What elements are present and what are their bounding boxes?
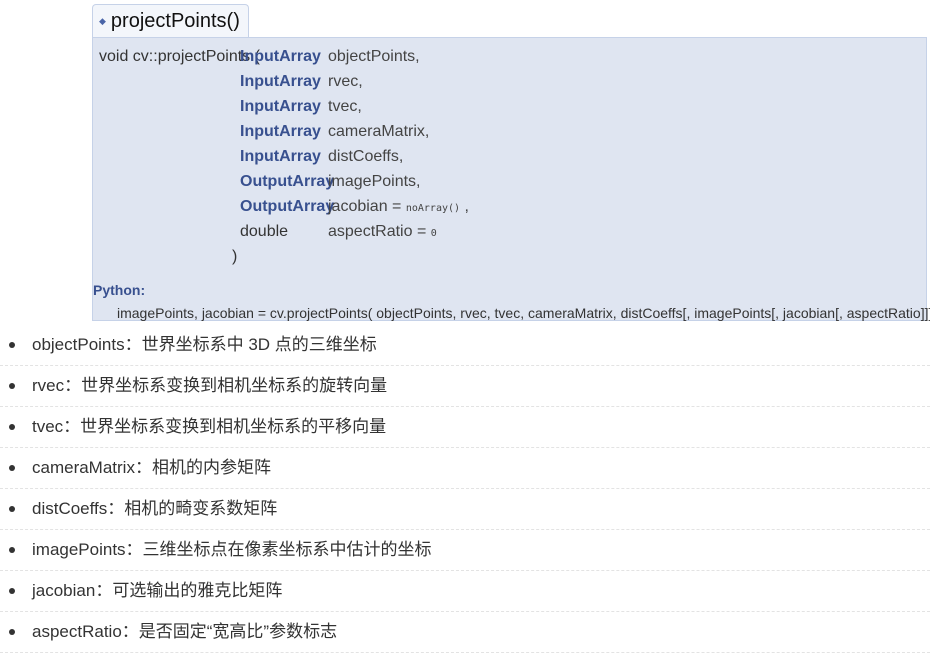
param-name: jacobian — [328, 198, 388, 215]
default-equals: = — [387, 198, 406, 215]
param-with-default: jacobian = noArray() , — [328, 194, 469, 219]
param-name: aspectRatio — [328, 223, 413, 240]
diamond-bullet-icon: ◆ — [99, 16, 106, 26]
param-name: imagePoints, — [328, 173, 421, 190]
list-item: distCoeffs：相机的畸变系数矩阵 — [0, 489, 930, 530]
param-type: InputArray — [240, 148, 321, 165]
bullet-icon — [9, 629, 15, 635]
param-type: InputArray — [240, 98, 321, 115]
param-tail: , — [460, 198, 469, 215]
param-name: tvec, — [328, 98, 362, 115]
param-type: OutputArray — [240, 173, 335, 190]
param-type: OutputArray — [240, 198, 335, 215]
param-name: objectPoints, — [328, 48, 420, 65]
list-item-text: aspectRatio：是否固定“宽高比”参数标志 — [32, 622, 338, 641]
list-item: cameraMatrix：相机的内参矩阵 — [0, 448, 930, 489]
bullet-icon — [9, 342, 15, 348]
bullet-icon — [9, 547, 15, 553]
function-title-tab: ◆ projectPoints() — [92, 4, 249, 38]
function-title: projectPoints() — [110, 10, 240, 32]
default-value: 0 — [430, 228, 437, 239]
list-item: tvec：世界坐标系变换到相机坐标系的平移向量 — [0, 407, 930, 448]
param-with-default: aspectRatio = 0 — [328, 219, 437, 244]
list-item: rvec：世界坐标系变换到相机坐标系的旋转向量 — [0, 366, 930, 407]
list-item-text: tvec：世界坐标系变换到相机坐标系的平移向量 — [32, 417, 387, 436]
list-item: imagePoints：三维坐标点在像素坐标系中估计的坐标 — [0, 530, 930, 571]
list-item-text: jacobian：可选输出的雅克比矩阵 — [32, 581, 283, 600]
bullet-icon — [9, 506, 15, 512]
param-type: InputArray — [240, 73, 321, 90]
param-name: cameraMatrix, — [328, 123, 430, 140]
list-item-text: rvec：世界坐标系变换到相机坐标系的旋转向量 — [32, 376, 388, 395]
list-item: objectPoints：世界坐标系中 3D 点的三维坐标 — [0, 325, 930, 366]
param-type: double — [240, 223, 289, 240]
list-item-text: imagePoints：三维坐标点在像素坐标系中估计的坐标 — [32, 540, 432, 559]
python-label: Python: — [93, 282, 146, 298]
python-signature: imagePoints, jacobian = cv.projectPoints… — [117, 305, 930, 321]
bullet-icon — [9, 588, 15, 594]
param-name: distCoeffs, — [328, 148, 404, 165]
prototype-close: ) — [232, 248, 238, 265]
bullet-icon — [9, 383, 15, 389]
default-value: noArray() — [405, 203, 461, 214]
prototype-lead: void cv::projectPoints ( — [99, 48, 260, 65]
bullet-icon — [9, 424, 15, 430]
param-name: rvec, — [328, 73, 363, 90]
param-type: InputArray — [240, 123, 321, 140]
function-doc-box: void cv::projectPoints ( InputArray obje… — [92, 38, 930, 321]
param-type: InputArray — [240, 48, 321, 65]
list-item: jacobian：可选输出的雅克比矩阵 — [0, 571, 930, 612]
list-item-text: objectPoints：世界坐标系中 3D 点的三维坐标 — [32, 335, 377, 354]
list-item: aspectRatio：是否固定“宽高比”参数标志 — [0, 612, 930, 653]
list-item-text: cameraMatrix：相机的内参矩阵 — [32, 458, 271, 477]
param-description-list: objectPoints：世界坐标系中 3D 点的三维坐标 rvec：世界坐标系… — [0, 325, 930, 653]
list-item-text: distCoeffs：相机的畸变系数矩阵 — [32, 499, 278, 518]
default-equals: = — [412, 223, 431, 240]
bullet-icon — [9, 465, 15, 471]
